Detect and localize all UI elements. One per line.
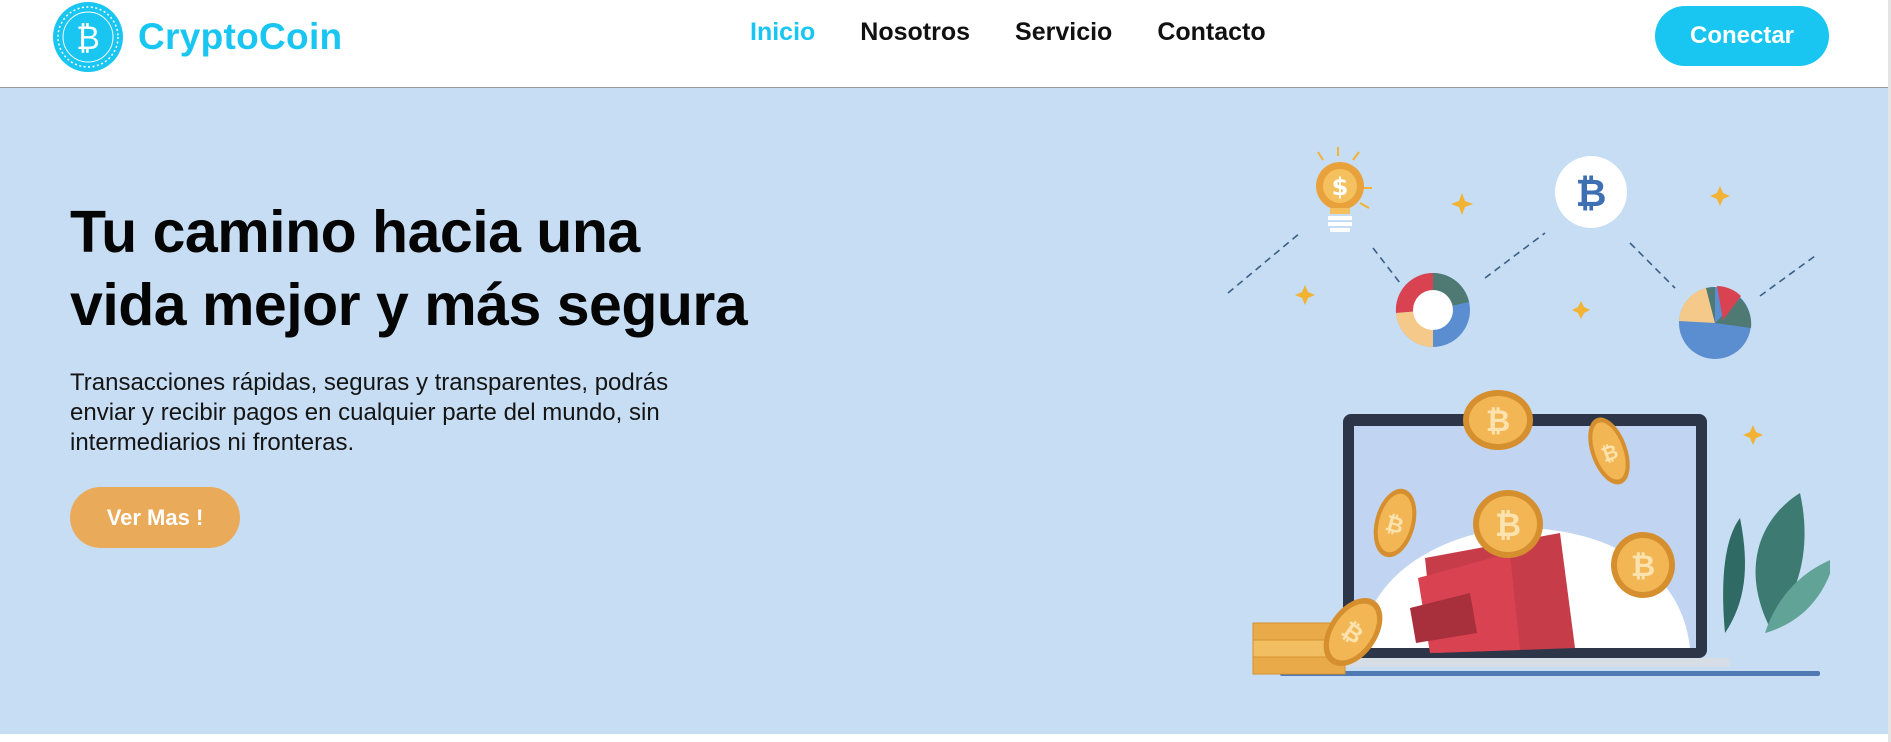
brand-name: CryptoCoin <box>138 16 343 57</box>
logo-bitcoin-symbol: ₿ <box>76 19 100 57</box>
svg-text:₿: ₿ <box>1495 506 1521 544</box>
nav-item-servicio[interactable]: Servicio <box>1015 18 1112 47</box>
brand-logo[interactable]: ₿ CryptoCoin <box>52 0 342 74</box>
hero-section: Tu camino hacia una vida mejor y más seg… <box>0 88 1891 734</box>
hero-title: Tu camino hacia una vida mejor y más seg… <box>70 196 830 342</box>
ver-mas-button[interactable]: Ver Mas ! <box>70 487 240 548</box>
page-bottom-edge <box>0 734 1891 742</box>
leaf-icon <box>1723 493 1830 633</box>
crypto-illustration: $ ₿ ₿ ₿ ₿ ₿ ₿ ₿ <box>1227 147 1830 676</box>
bitcoin-logo-icon: ₿ <box>53 2 123 72</box>
hero-description: Transacciones rápidas, seguras y transpa… <box>70 369 669 456</box>
hero-title-line-1: Tu camino hacia una <box>70 199 640 265</box>
svg-text:₿: ₿ <box>1631 549 1655 584</box>
nav-item-inicio[interactable]: Inicio <box>750 18 815 47</box>
connect-button[interactable]: Conectar <box>1655 6 1829 66</box>
bitcoin-circle-icon: ₿ <box>1555 156 1627 228</box>
pie-chart-icon <box>1679 286 1752 359</box>
dollar-symbol: $ <box>1332 173 1349 201</box>
nav-item-nosotros[interactable]: Nosotros <box>860 18 970 47</box>
donut-chart-icon <box>1395 272 1470 348</box>
bitcoin-circle-symbol: ₿ <box>1576 171 1607 215</box>
connector-lines <box>1227 232 1816 297</box>
main-nav: Inicio Nosotros Servicio Contacto <box>750 18 1266 47</box>
lightbulb-dollar-icon: $ <box>1316 147 1372 232</box>
site-header: ₿ CryptoCoin Inicio Nosotros Servicio Co… <box>0 0 1891 88</box>
nav-item-contacto[interactable]: Contacto <box>1157 18 1265 47</box>
svg-text:₿: ₿ <box>1486 404 1510 439</box>
hero-title-line-2: vida mejor y más segura <box>70 272 748 338</box>
